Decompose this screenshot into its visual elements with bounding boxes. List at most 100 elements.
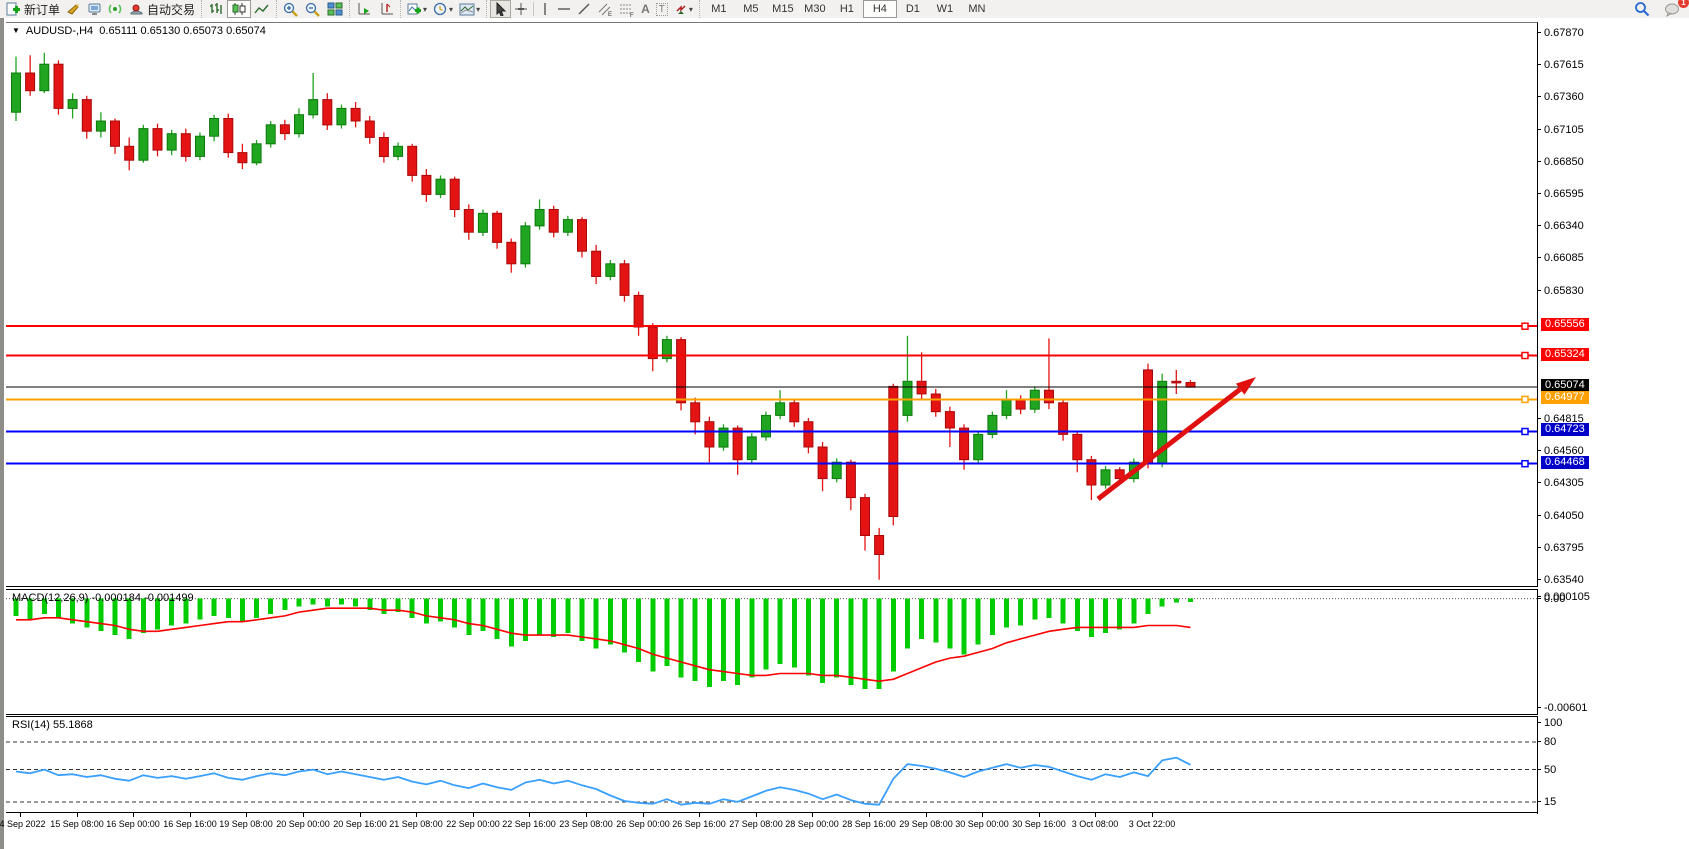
time-tick (190, 813, 191, 817)
time-label: 3 Oct 22:00 (1129, 819, 1176, 829)
zoom-out-button[interactable] (302, 1, 324, 17)
line-chart-button[interactable] (251, 1, 273, 17)
rsi-level-label: 50 (1537, 764, 1556, 776)
time-tick (416, 813, 417, 817)
autotrade-button[interactable]: 自动交易 (126, 1, 198, 17)
timeframe-w1[interactable]: W1 (929, 1, 961, 17)
search-button[interactable] (1631, 1, 1653, 17)
rsi-chart (6, 717, 1537, 813)
periods-button[interactable]: ▾ (430, 1, 456, 17)
horn-icon (66, 2, 81, 16)
time-tick (1039, 813, 1040, 817)
time-axis[interactable]: 14 Sep 202215 Sep 08:0016 Sep 00:0016 Se… (6, 812, 1537, 837)
timeframe-m5[interactable]: M5 (735, 1, 767, 17)
price-pane[interactable]: ▼AUDUSD-,H4 0.65111 0.65130 0.65073 0.65… (6, 22, 1538, 587)
price-tick: 0.67615 (1537, 59, 1584, 71)
price-line-badge: 0.64468 (1541, 456, 1589, 469)
price-tick: 0.66595 (1537, 188, 1584, 200)
line-chart-icon (254, 2, 270, 16)
chart-shift-icon (378, 2, 394, 16)
price-tick: 0.67105 (1537, 124, 1584, 136)
time-tick (756, 813, 757, 817)
toolbar-group-timeframes: M1M5M15M30H1H4D1W1MN (699, 0, 996, 18)
tile-windows-button[interactable] (324, 1, 346, 17)
time-tick (1095, 813, 1096, 817)
rsi-level-label: 15 (1537, 796, 1556, 808)
new-order-button[interactable]: 新订单 (3, 1, 63, 17)
price-line-badge: 0.64723 (1541, 423, 1589, 436)
cursor-button[interactable] (490, 0, 511, 18)
time-tick (699, 813, 700, 817)
publish-button[interactable] (84, 1, 105, 17)
time-label: 26 Sep 00:00 (616, 819, 670, 829)
channel-glyph: E (608, 12, 612, 17)
zoom-in-icon (283, 2, 299, 17)
trendline-button[interactable] (574, 1, 594, 17)
time-label: 19 Sep 08:00 (219, 819, 273, 829)
toolbar-group-chart-type (201, 0, 276, 18)
time-tick (869, 813, 870, 817)
chart-shift-button[interactable] (375, 1, 397, 17)
timeframe-h1[interactable]: H1 (831, 1, 863, 17)
indicators-button[interactable]: ▾ (404, 1, 430, 17)
time-tick (643, 813, 644, 817)
time-label: 26 Sep 16:00 (672, 819, 726, 829)
zoom-in-button[interactable] (280, 1, 302, 17)
price-line-badge: 0.65324 (1541, 348, 1589, 361)
text-button[interactable]: A (638, 1, 653, 17)
timeframe-mn[interactable]: MN (961, 1, 993, 17)
crosshair-button[interactable] (511, 1, 531, 17)
time-label: 28 Sep 00:00 (785, 819, 839, 829)
timeframe-d1[interactable]: D1 (897, 1, 929, 17)
timeframe-m15[interactable]: M15 (767, 1, 799, 17)
timeframe-m1[interactable]: M1 (703, 1, 735, 17)
price-tick: 0.67360 (1537, 91, 1584, 103)
chat-button[interactable]: 1 (1661, 1, 1683, 17)
vertical-line-button[interactable] (536, 1, 554, 17)
candlestick-chart[interactable] (6, 23, 1537, 586)
time-label: 16 Sep 16:00 (163, 819, 217, 829)
symbol-dropdown-icon[interactable]: ▼ (12, 26, 20, 35)
signal-icon (108, 2, 123, 16)
time-label: 14 Sep 2022 (0, 819, 46, 829)
horizontal-line-button[interactable] (554, 1, 574, 17)
autotrade-label: 自动交易 (147, 1, 195, 18)
channel-button[interactable]: E (594, 1, 616, 17)
price-tick: 0.64305 (1537, 477, 1584, 489)
time-label: 23 Sep 08:00 (559, 819, 613, 829)
price-axis[interactable]: 0.678700.676150.673600.671050.668500.665… (1537, 22, 1689, 834)
auto-scroll-button[interactable] (353, 1, 375, 17)
bar-chart-button[interactable] (205, 1, 227, 17)
text-label-button[interactable]: T (653, 1, 671, 17)
arrows-button[interactable]: ▾ (671, 1, 696, 17)
tile-windows-icon (327, 2, 343, 16)
templates-caret: ▾ (476, 5, 480, 14)
signals-button[interactable] (105, 1, 126, 17)
time-tick (586, 813, 587, 817)
alerts-button[interactable] (63, 1, 84, 17)
candlestick-chart-button[interactable] (227, 0, 251, 18)
indicators-caret: ▾ (423, 5, 427, 14)
text-label-icon: T (656, 3, 668, 16)
toolbar-separator (533, 2, 534, 16)
timeframe-m30[interactable]: M30 (799, 1, 831, 17)
chart-symbol-header: ▼AUDUSD-,H4 0.65111 0.65130 0.65073 0.65… (12, 25, 266, 37)
macd-pane[interactable]: MACD(12,26,9) -0.000184 -0.001499 (6, 589, 1538, 715)
horizontal-line-icon (557, 2, 571, 16)
templates-button[interactable]: ▾ (456, 1, 483, 17)
price-tick: 0.64050 (1537, 510, 1584, 522)
timeframe-h4[interactable]: H4 (863, 0, 897, 18)
vertical-line-icon (539, 2, 551, 16)
time-label: 22 Sep 16:00 (502, 819, 556, 829)
time-label: 30 Sep 00:00 (955, 819, 1009, 829)
time-label: 27 Sep 08:00 (729, 819, 783, 829)
autotrade-icon (129, 2, 144, 16)
rsi-level-label: 100 (1537, 717, 1562, 729)
rsi-pane[interactable]: RSI(14) 55.1868 (6, 716, 1538, 814)
time-label: 21 Sep 08:00 (389, 819, 443, 829)
time-label: 20 Sep 16:00 (333, 819, 387, 829)
fibonacci-button[interactable]: F (616, 1, 638, 17)
candlestick-chart-icon (231, 2, 247, 16)
time-label: 29 Sep 08:00 (899, 819, 953, 829)
new-order-icon (6, 2, 21, 16)
